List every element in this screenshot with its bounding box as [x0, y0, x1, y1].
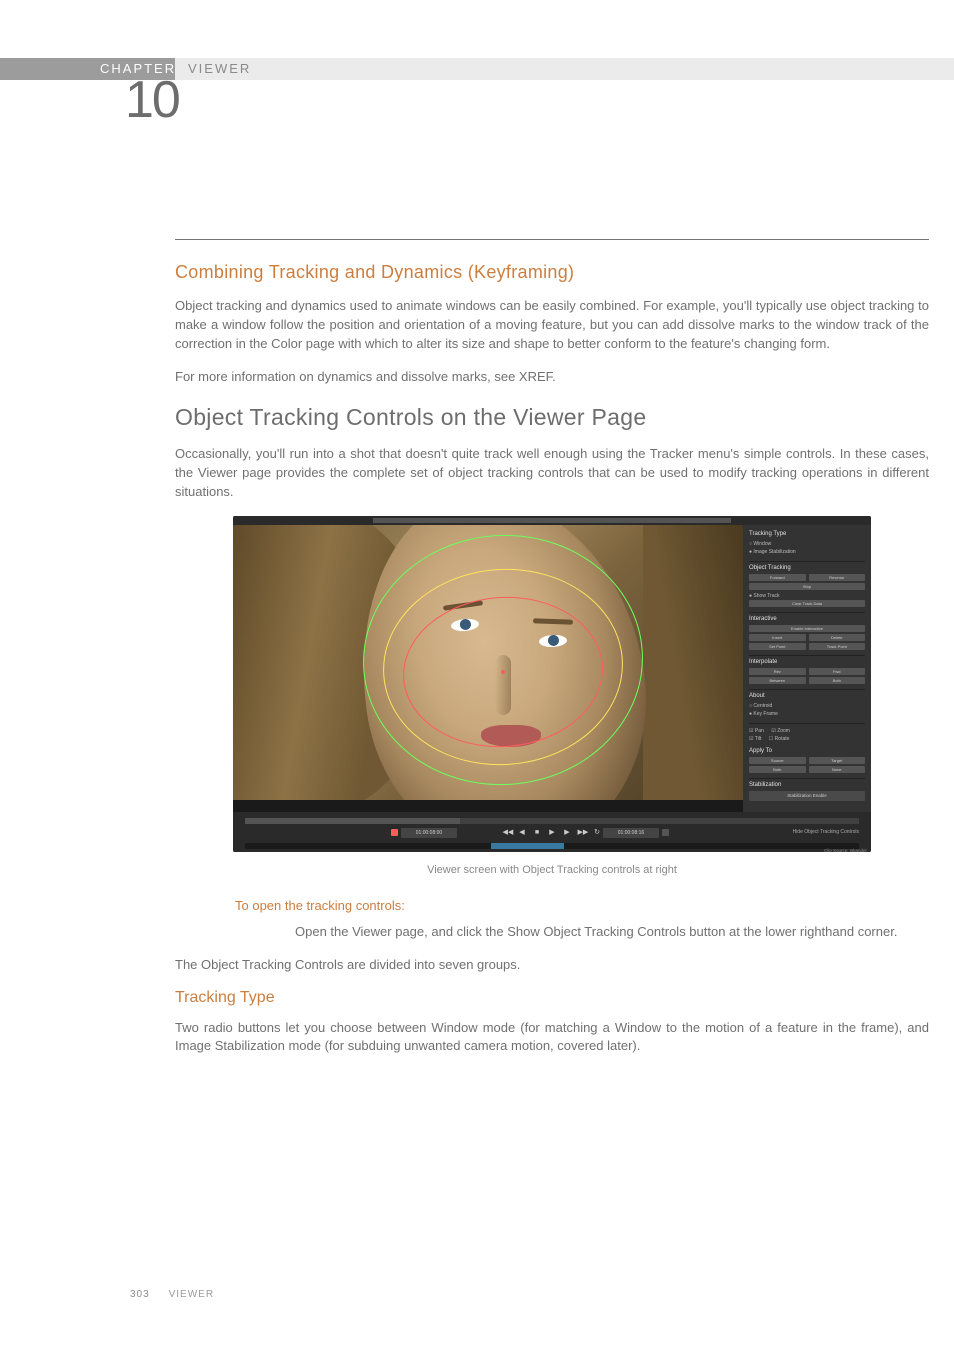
- figure-viewer-screenshot: Tracking Type Window Image Stabilization…: [233, 516, 871, 852]
- panel-title-object-tracking: Object Tracking: [749, 565, 865, 571]
- btn-apply-none[interactable]: None: [809, 766, 866, 773]
- btn-rewind-icon[interactable]: ◀◀: [503, 828, 512, 837]
- btn-step-back-icon[interactable]: ◀: [518, 828, 527, 837]
- chapter-number: 10: [125, 70, 179, 130]
- btn-stop[interactable]: Stop: [749, 583, 865, 590]
- panel-title-interpolate: Interpolate: [749, 659, 865, 665]
- btn-apply-source[interactable]: Source: [749, 757, 806, 764]
- btn-delete[interactable]: Delete: [809, 634, 866, 641]
- radio-key-frame[interactable]: Key Frame: [749, 710, 865, 718]
- page-number: 303: [130, 1289, 150, 1300]
- btn-interp-both[interactable]: Both: [809, 677, 866, 684]
- fig-viewport: [233, 525, 743, 800]
- btn-interp-between[interactable]: Between: [749, 677, 806, 684]
- para-s4-1: Two radio buttons let you choose between…: [175, 1019, 929, 1057]
- btn-apply-target[interactable]: Target: [809, 757, 866, 764]
- radio-image-stabilization[interactable]: Image Stabilization: [749, 548, 865, 556]
- fig-timeline[interactable]: [245, 818, 859, 824]
- chk-tilt[interactable]: Tilt: [749, 735, 761, 743]
- footer-label: VIEWER: [169, 1289, 214, 1300]
- para-s1-1: Object tracking and dynamics used to ani…: [175, 297, 929, 354]
- fig-tracking-panel: Tracking Type Window Image Stabilization…: [743, 525, 871, 812]
- panel-title-stabilization: Stabilization: [749, 782, 865, 788]
- page-content: Combining Tracking and Dynamics (Keyfram…: [175, 262, 929, 1070]
- btn-track-reverse[interactable]: Reverse: [809, 574, 866, 581]
- section-title: VIEWER: [188, 61, 251, 76]
- btn-stop-icon[interactable]: ■: [533, 828, 542, 837]
- radio-window[interactable]: Window: [749, 540, 865, 548]
- fig-transport-bar: 01:00:08:00 ◀◀ ◀ ■ ▶ ▶ ▶▶ ↻ 01:00:08:16 …: [233, 812, 871, 852]
- btn-enable-interactive[interactable]: Enable Interactive: [749, 625, 865, 632]
- btn-interp-fwd[interactable]: Fwd: [809, 668, 866, 675]
- btn-step-fwd-icon[interactable]: ▶: [563, 828, 572, 837]
- page-footer: 303 VIEWER: [130, 1289, 214, 1300]
- btn-hide-tracking-controls[interactable]: Hide Object Tracking Controls: [793, 829, 859, 835]
- panel-title-about: About: [749, 693, 865, 699]
- btn-track-point[interactable]: Track Point: [809, 643, 866, 650]
- btn-ffwd-icon[interactable]: ▶▶: [578, 828, 587, 837]
- radio-centroid[interactable]: Centroid: [749, 702, 865, 710]
- fig-timecode-out: 01:00:08:16: [603, 828, 659, 838]
- btn-set-point[interactable]: Set Point: [749, 643, 806, 650]
- heading-combining: Combining Tracking and Dynamics (Keyfram…: [175, 262, 929, 283]
- para-s2-1: Occasionally, you'll run into a shot tha…: [175, 445, 929, 502]
- btn-insert[interactable]: Insert: [749, 634, 806, 641]
- fig-credit: Clip Source: Iskander: [824, 848, 867, 852]
- heading-object-tracking: Object Tracking Controls on the Viewer P…: [175, 404, 929, 431]
- chk-pan[interactable]: Pan: [749, 727, 764, 735]
- fig-timecode-in: 01:00:08:00: [401, 828, 457, 838]
- chk-rotate[interactable]: Rotate: [769, 735, 790, 743]
- btn-track-forward[interactable]: Forward: [749, 574, 806, 581]
- btn-interp-rev[interactable]: Rev: [749, 668, 806, 675]
- para-s3-1: Open the Viewer page, and click the Show…: [295, 923, 915, 942]
- btn-stabilization-enable[interactable]: Stabilization Enable: [749, 791, 865, 801]
- btn-play-icon[interactable]: ▶: [548, 828, 557, 837]
- figure-caption: Viewer screen with Object Tracking contr…: [427, 864, 677, 876]
- fig-window-title: [373, 518, 731, 523]
- para-s3-2: The Object Tracking Controls are divided…: [175, 956, 929, 975]
- figure-wrap: Tracking Type Window Image Stabilization…: [175, 516, 929, 876]
- btn-apply-both[interactable]: Both: [749, 766, 806, 773]
- panel-title-tracking-type: Tracking Type: [749, 531, 865, 537]
- panel-title-interactive: Interactive: [749, 616, 865, 622]
- panel-title-apply-to: Apply To: [749, 748, 865, 754]
- fig-transport-controls: ◀◀ ◀ ■ ▶ ▶ ▶▶ ↻: [503, 828, 602, 837]
- fig-scrub-bar[interactable]: [245, 843, 859, 849]
- chk-zoom[interactable]: Zoom: [771, 727, 790, 735]
- subhead-open-tracking: To open the tracking controls:: [235, 898, 929, 913]
- para-s1-2: For more information on dynamics and dis…: [175, 368, 929, 387]
- divider: [175, 239, 929, 240]
- btn-loop-icon[interactable]: ↻: [593, 828, 602, 837]
- btn-clear-track[interactable]: Clear Track Data: [749, 600, 865, 607]
- fig-body: Tracking Type Window Image Stabilization…: [233, 525, 871, 812]
- fig-center-point: [501, 670, 505, 674]
- fig-hair-right: [643, 525, 743, 800]
- fig-titlebar: [233, 516, 871, 525]
- heading-tracking-type: Tracking Type: [175, 989, 929, 1007]
- chk-show-track[interactable]: Show Track: [749, 592, 865, 600]
